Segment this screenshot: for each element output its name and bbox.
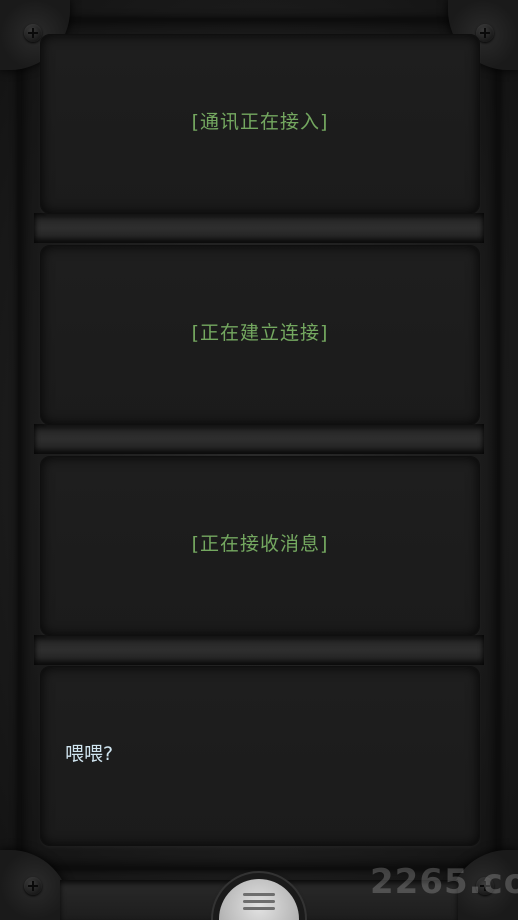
status-panel-1: [通讯正在接入] xyxy=(40,34,480,214)
status-text-establishing: [正在建立连接] xyxy=(191,322,329,344)
screw-icon xyxy=(24,877,42,895)
panel-separator xyxy=(34,213,484,243)
status-text-connecting: [通讯正在接入] xyxy=(191,111,329,133)
message-panel[interactable]: 喂喂? xyxy=(40,666,480,846)
watermark: 2265.com xyxy=(370,862,518,902)
hamburger-menu-icon xyxy=(243,893,275,915)
panel-separator xyxy=(34,424,484,454)
status-text-receiving: [正在接收消息] xyxy=(191,533,329,555)
status-panel-3: [正在接收消息] xyxy=(40,456,480,636)
panel-separator xyxy=(34,635,484,665)
status-panel-2: [正在建立连接] xyxy=(40,245,480,425)
screw-icon xyxy=(24,24,42,42)
device-frame: [通讯正在接入] [正在建立连接] [正在接收消息] 喂喂? 2265.com xyxy=(0,0,518,920)
message-text: 喂喂? xyxy=(65,743,114,765)
